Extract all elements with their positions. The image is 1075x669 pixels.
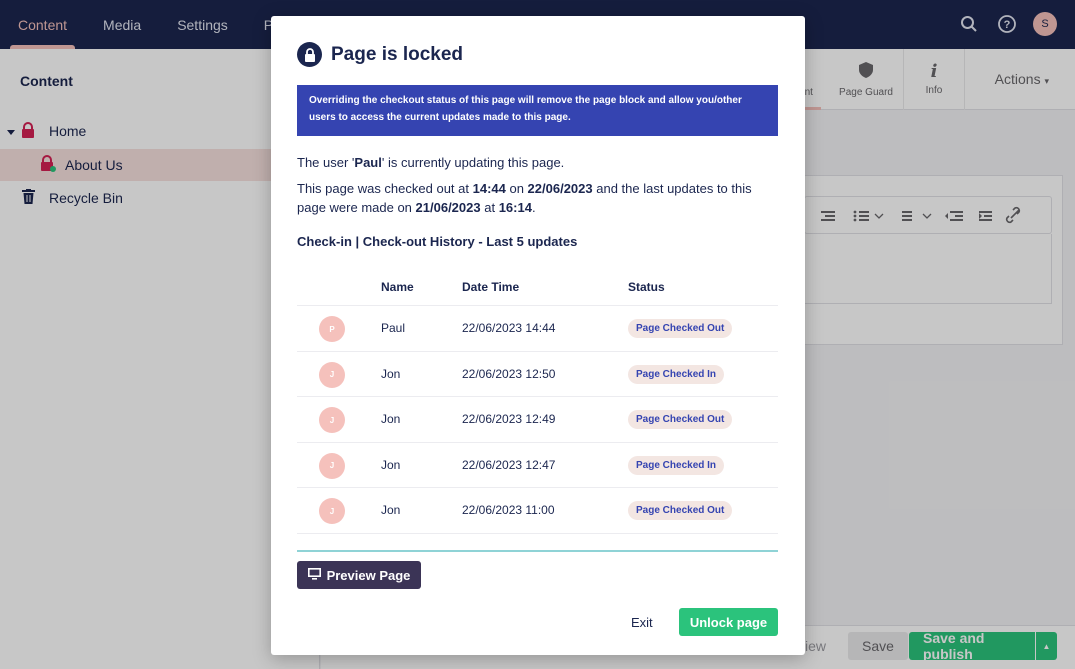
row-datetime: 22/06/2023 12:47 [462, 457, 556, 472]
checkout-time: 14:44 [472, 181, 506, 196]
avatar: J [319, 407, 345, 433]
current-user-text: The user 'Paul' is currently updating th… [297, 153, 778, 172]
lock-icon [297, 42, 322, 67]
page-locked-dialog: Page is locked Overriding the checkout s… [271, 16, 805, 655]
avatar: P [319, 316, 345, 342]
column-datetime: Date Time [462, 280, 520, 294]
text-segment: This page was checked out at [297, 181, 473, 196]
table-row: J Jon 22/06/2023 12:47 Page Checked In [297, 443, 778, 488]
divider [297, 550, 778, 552]
checkout-date: 22/06/2023 [527, 181, 593, 196]
text-segment: on [505, 181, 528, 196]
status-badge: Page Checked Out [628, 410, 733, 429]
text-segment: The user ' [297, 155, 355, 170]
preview-label: Preview Page [326, 567, 411, 583]
row-name: Paul [381, 321, 406, 335]
row-datetime: 22/06/2023 12:50 [462, 366, 556, 381]
status-badge: Page Checked In [628, 455, 725, 475]
table-row: J Jon 22/06/2023 12:49 Page Checked Out [297, 397, 778, 443]
text-segment: ' is currently updating this page. [381, 155, 565, 170]
last-update-date: 21/06/2023 [415, 200, 481, 215]
dialog-title: Page is locked [331, 43, 464, 65]
row-name: Jon [381, 457, 401, 472]
column-status: Status [628, 280, 665, 294]
row-name: Jon [381, 366, 401, 381]
column-name: Name [381, 280, 414, 294]
avatar: J [319, 498, 345, 524]
history-title: Check-in | Check-out History - Last 5 up… [297, 234, 578, 249]
monitor-icon [307, 567, 321, 583]
row-name: Jon [381, 412, 401, 426]
table-row: J Jon 22/06/2023 12:50 Page Checked In [297, 352, 778, 397]
last-update-time: 16:14 [498, 200, 532, 215]
status-badge: Page Checked Out [628, 319, 733, 338]
status-badge: Page Checked Out [628, 501, 733, 520]
override-warning: Overriding the checkout status of this p… [297, 85, 778, 136]
unlock-page-button[interactable]: Unlock page [679, 608, 778, 636]
avatar: J [319, 452, 345, 479]
status-badge: Page Checked In [628, 364, 725, 384]
row-datetime: 22/06/2023 11:00 [462, 503, 555, 517]
checkout-info-text: This page was checked out at 14:44 on 22… [297, 179, 778, 217]
row-datetime: 22/06/2023 12:49 [462, 412, 556, 426]
table-row: P Paul 22/06/2023 14:44 Page Checked Out [297, 306, 778, 352]
table-row: J Jon 22/06/2023 11:00 Page Checked Out [297, 488, 778, 534]
exit-button[interactable]: Exit [631, 608, 653, 636]
dialog-header: Page is locked [297, 42, 463, 67]
text-segment: at [480, 200, 499, 215]
avatar: J [319, 361, 345, 388]
text-segment: . [531, 200, 536, 215]
history-table: Name Date Time Status P Paul 22/06/2023 … [297, 269, 778, 534]
table-header: Name Date Time Status [297, 269, 778, 306]
row-name: Jon [381, 503, 401, 517]
row-datetime: 22/06/2023 14:44 [462, 321, 556, 335]
locking-user: Paul [354, 155, 382, 170]
preview-page-button[interactable]: Preview Page [297, 561, 421, 589]
